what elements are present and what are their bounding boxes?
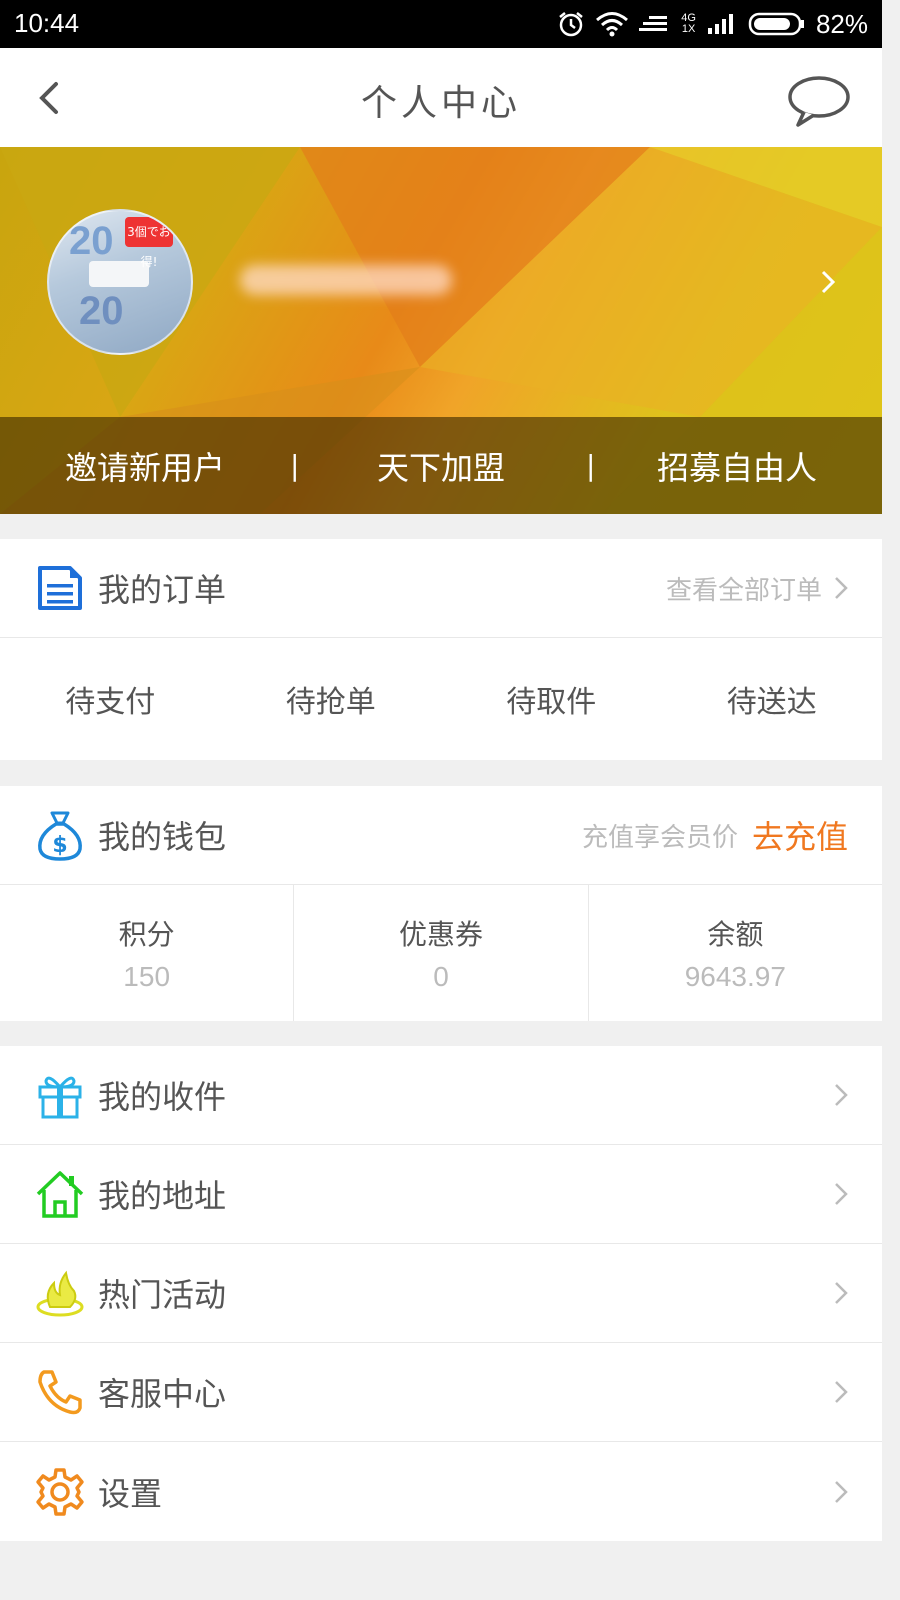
chevron-right-icon (835, 1381, 848, 1403)
wifi-icon (596, 12, 629, 37)
battery-percent: 82% (815, 8, 868, 39)
status-icons: 4G 1X 82% (557, 8, 868, 40)
menu-item-label: 我的地址 (98, 1177, 227, 1215)
status-bar: 10:44 4G 1X 82% (0, 0, 882, 48)
points-stat[interactable]: 积分 150 (0, 885, 295, 1021)
points-value: 150 (123, 961, 171, 992)
recruit-link[interactable]: 招募自由人 (592, 443, 882, 489)
wallet-stats: 积分 150 优惠券 0 余额 9643.97 (0, 885, 882, 1021)
balance-value: 9643.97 (684, 961, 786, 992)
chevron-right-icon (835, 1282, 848, 1304)
chevron-right-icon (835, 577, 848, 599)
document-icon (38, 566, 82, 610)
chat-bubble-icon[interactable] (786, 74, 852, 128)
menu-item-settings[interactable]: 设置 (0, 1442, 882, 1541)
menu-list: 我的收件 我的地址 热门活动 客服中心 设置 (0, 1046, 882, 1541)
chevron-right-icon (835, 1183, 848, 1205)
house-icon (36, 1171, 84, 1218)
points-label: 积分 (118, 918, 175, 951)
gift-icon (38, 1076, 82, 1119)
tab-pending-payment[interactable]: 待支付 (0, 677, 221, 721)
recharge-button[interactable]: 去充值 (752, 812, 848, 858)
network-type: 4G 1X (681, 12, 696, 35)
recharge-hint: 充值享会员价 (581, 822, 738, 853)
signal-dots-icon (639, 16, 668, 31)
chevron-right-icon[interactable] (820, 269, 836, 295)
nav-bar: 个人中心 (0, 48, 882, 147)
orders-header[interactable]: 我的订单 查看全部订单 (0, 539, 882, 638)
gear-icon (36, 1467, 84, 1516)
menu-item-address[interactable]: 我的地址 (0, 1145, 882, 1244)
franchise-link[interactable]: 天下加盟 (296, 443, 586, 489)
banner-links: 邀请新用户 | 天下加盟 | 招募自由人 (0, 417, 882, 514)
menu-item-activities[interactable]: 热门活动 (0, 1244, 882, 1343)
wallet-header[interactable]: $ 我的钱包 充值享会员价 去充值 (0, 786, 882, 885)
tab-pending-delivery[interactable]: 待送达 (662, 677, 883, 721)
menu-item-label: 客服中心 (98, 1375, 227, 1413)
coupons-value: 0 (433, 961, 449, 992)
battery-icon (748, 12, 804, 36)
username-blurred (240, 265, 452, 295)
wallet-card: $ 我的钱包 充值享会员价 去充值 积分 150 优惠券 0 余额 9643.9… (0, 786, 882, 1021)
menu-item-label: 我的收件 (98, 1078, 227, 1116)
tab-pending-grab[interactable]: 待抢单 (221, 677, 442, 721)
wallet-title: 我的钱包 (98, 818, 227, 856)
view-all-orders-link[interactable]: 查看全部订单 (666, 570, 822, 607)
menu-item-label: 热门活动 (98, 1276, 227, 1314)
balance-label: 余额 (707, 918, 764, 951)
menu-item-received[interactable]: 我的收件 (0, 1046, 882, 1145)
fire-icon (36, 1270, 84, 1317)
invite-users-link[interactable]: 邀请新用户 (0, 443, 290, 489)
signal-icon (707, 14, 733, 34)
chevron-right-icon (835, 1480, 848, 1503)
orders-card: 我的订单 查看全部订单 待支付 待抢单 待取件 待送达 (0, 539, 882, 760)
avatar-text-top: 20 (69, 219, 114, 263)
coupons-label: 优惠券 (398, 918, 483, 951)
menu-item-label: 设置 (98, 1474, 163, 1513)
coupons-stat[interactable]: 优惠券 0 (294, 885, 589, 1021)
status-time: 10:44 (14, 8, 80, 38)
order-status-tabs: 待支付 待抢单 待取件 待送达 (0, 638, 882, 760)
alarm-icon (559, 12, 584, 37)
avatar[interactable]: 20 3個でお得! 20 (47, 209, 193, 355)
tab-pending-pickup[interactable]: 待取件 (441, 677, 662, 721)
orders-title: 我的订单 (98, 571, 227, 609)
page-title: 个人中心 (360, 83, 521, 124)
profile-banner[interactable]: 20 3個でお得! 20 邀请新用户 | 天下加盟 | 招募自由人 (0, 147, 882, 514)
balance-stat[interactable]: 余额 9643.97 (589, 885, 882, 1021)
menu-item-customer-service[interactable]: 客服中心 (0, 1343, 882, 1442)
phone-icon (38, 1370, 82, 1415)
money-bag-icon: $ (38, 811, 82, 861)
chevron-right-icon (835, 1084, 848, 1106)
avatar-badge: 3個でお得! (125, 217, 173, 269)
svg-text:$: $ (52, 833, 67, 858)
avatar-text-bottom: 20 (79, 289, 124, 333)
